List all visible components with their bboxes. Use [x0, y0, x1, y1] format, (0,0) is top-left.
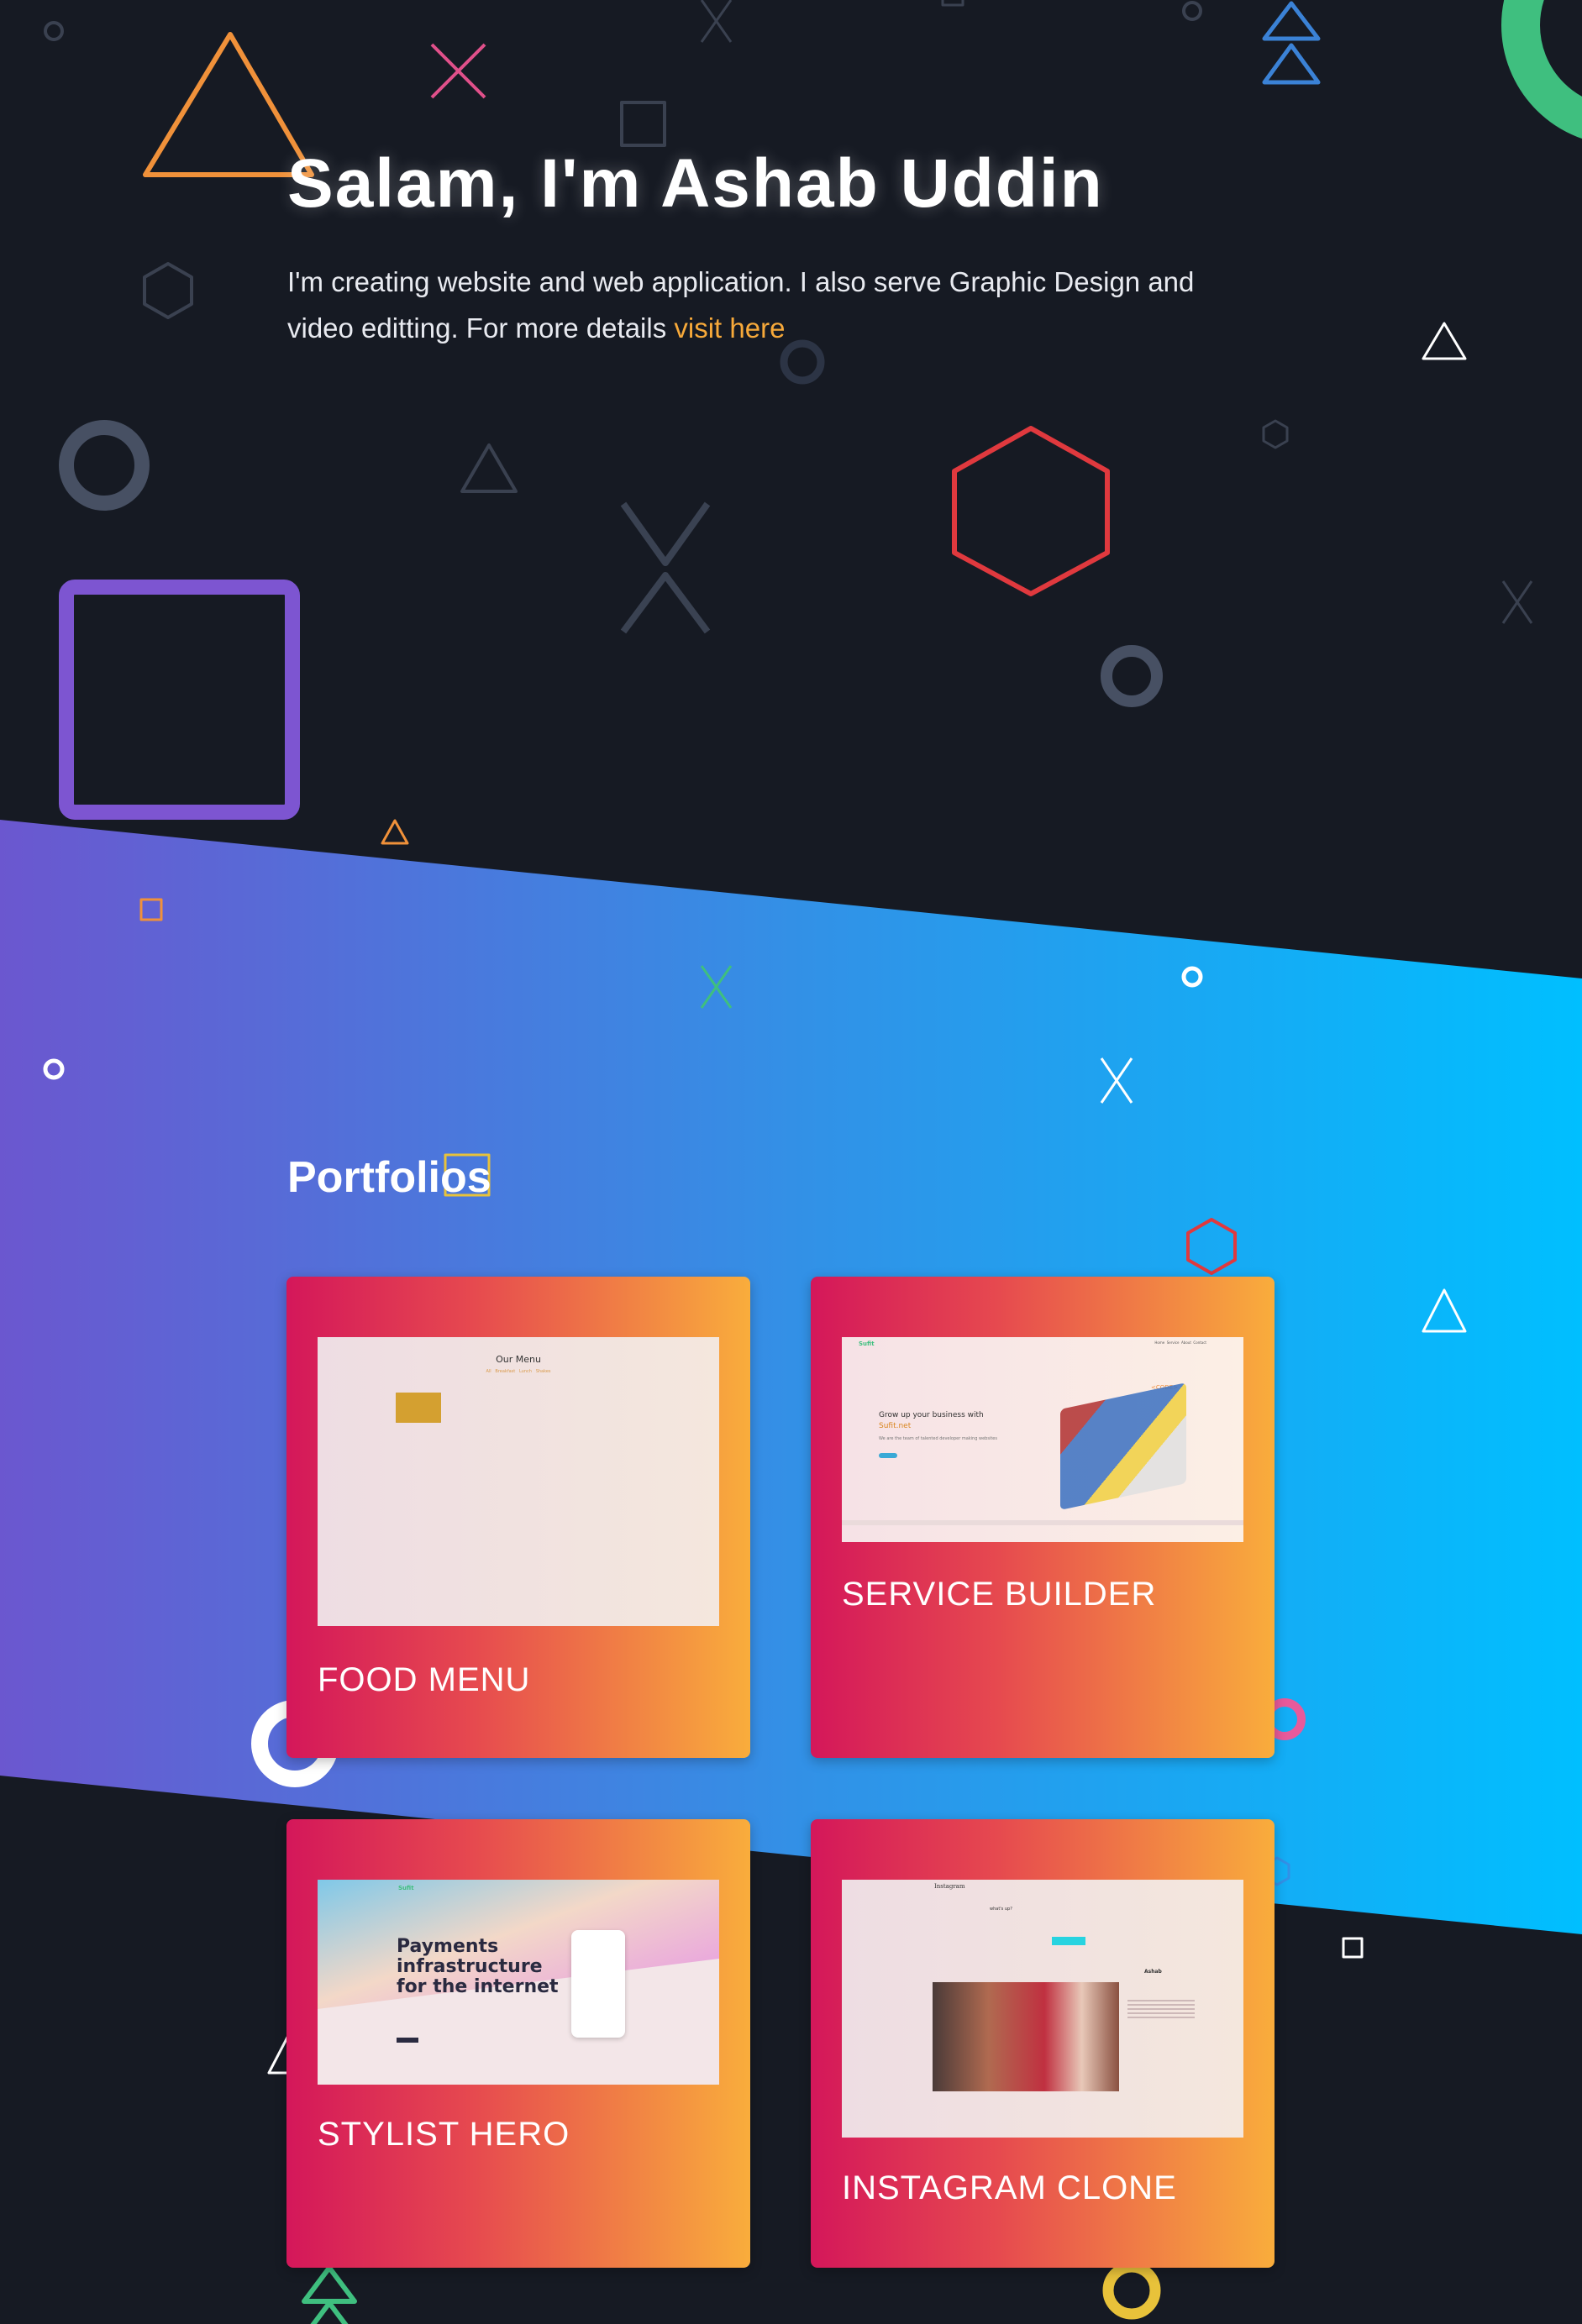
ring-shape — [1101, 645, 1163, 707]
hexagon-shape — [1262, 419, 1289, 449]
portfolio-card-instagram-clone[interactable]: Instagram what's up? Ashab INSTAGRAM CLO… — [811, 1819, 1275, 2268]
x-shape — [430, 43, 486, 99]
card-title: INSTAGRAM CLONE — [842, 2169, 1177, 2206]
ring-shape — [1501, 0, 1582, 139]
card-title: STYLIST HERO — [318, 2116, 570, 2153]
shot-bio — [1127, 1997, 1195, 2021]
ring-shape — [59, 420, 150, 511]
shot-post-button — [1052, 1937, 1085, 1945]
triangle-shape — [310, 2300, 349, 2324]
triangle-shape — [460, 443, 518, 493]
instagram-clone-screenshot: Instagram what's up? Ashab — [842, 1880, 1243, 2138]
service-builder-screenshot: Sufit Home Service About Contact Grow up… — [842, 1337, 1243, 1542]
shot-illustration — [1060, 1382, 1186, 1510]
square-shape — [620, 101, 666, 147]
shot-logo: Sufit — [398, 1885, 414, 1891]
portfolio-card-food-menu[interactable]: Our Menu All Breakfast Lunch Shakes FOOD… — [286, 1277, 750, 1758]
x-shape — [1501, 580, 1533, 624]
card-title: SERVICE BUILDER — [842, 1576, 1157, 1613]
shot-logo: Instagram — [934, 1883, 965, 1890]
circle-shape — [44, 21, 64, 41]
shot-photo — [933, 1982, 1119, 2091]
x-shape — [700, 0, 733, 43]
shot-footer — [842, 1520, 1243, 1525]
triangle-shape — [381, 819, 409, 845]
shot-heading: Grow up your business with — [879, 1411, 984, 1419]
shot-button — [879, 1453, 897, 1458]
shot-title: Our Menu — [496, 1354, 541, 1365]
portfolio-card-service-builder[interactable]: Sufit Home Service About Contact Grow up… — [811, 1277, 1275, 1758]
shot-phone — [571, 1930, 625, 2038]
ring-shape — [1102, 2261, 1161, 2320]
hexagon-shape — [952, 426, 1110, 596]
square-shape — [941, 0, 964, 7]
hexagon-shape — [143, 262, 193, 319]
shot-heading: Payments infrastructure for the internet — [397, 1936, 559, 1997]
triangle-shape — [302, 2265, 357, 2304]
square-shape — [59, 580, 300, 820]
triangle-shape — [1262, 43, 1321, 85]
shot-user: Ashab — [1144, 1969, 1162, 1975]
circle-shape — [1182, 1, 1202, 21]
portfolios-heading: Portfolios — [287, 1153, 491, 1202]
shot-nav: Home Service About Contact — [1154, 1340, 1206, 1345]
stylist-hero-screenshot: Sufit Payments infrastructure for the in… — [318, 1880, 719, 2085]
shot-prompt: what's up? — [990, 1907, 1012, 1912]
square-shape — [1342, 1937, 1364, 1959]
hero-description: I'm creating website and web application… — [287, 259, 1262, 351]
shot-tabs: All Breakfast Lunch Shakes — [486, 1369, 551, 1374]
hero-title: Salam, I'm Ashab Uddin — [287, 145, 1104, 222]
triangle-shape — [1262, 1, 1321, 41]
portfolio-card-stylist-hero[interactable]: Sufit Payments infrastructure for the in… — [286, 1819, 750, 2268]
gradient-band — [0, 820, 1582, 1934]
food-menu-screenshot: Our Menu All Breakfast Lunch Shakes — [318, 1337, 719, 1626]
shot-logo: Sufit — [859, 1340, 875, 1347]
shot-button — [397, 2038, 418, 2043]
card-title: FOOD MENU — [318, 1661, 531, 1698]
triangle-shape — [1422, 322, 1467, 360]
visit-here-link[interactable]: visit here — [674, 312, 785, 344]
shot-sub: We are the team of talented developer ma… — [879, 1436, 997, 1441]
x-shape — [620, 501, 711, 634]
shot-brand: Sufit.net — [879, 1422, 912, 1430]
